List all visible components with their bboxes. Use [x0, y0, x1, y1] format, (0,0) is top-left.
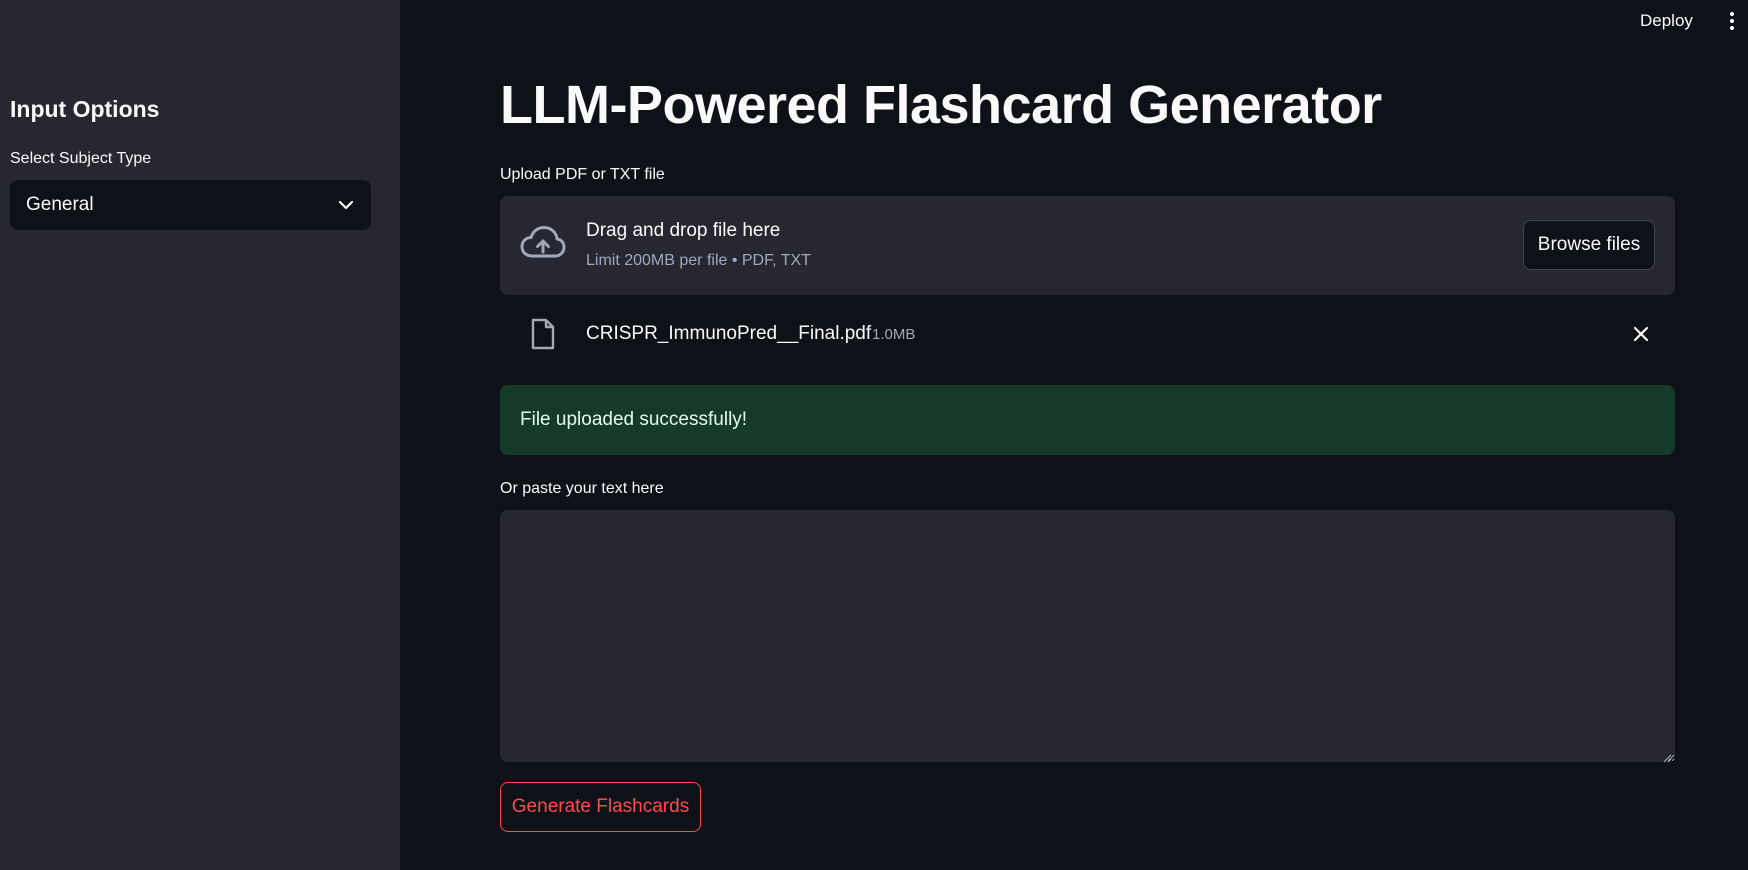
subject-select-value: General: [26, 194, 94, 215]
paste-label: Or paste your text here: [500, 480, 664, 497]
drop-title: Drag and drop file here: [586, 220, 781, 241]
success-message: File uploaded successfully!: [520, 409, 748, 430]
page-title: LLM-Powered Flashcard Generator: [500, 75, 1382, 135]
uploaded-file-name: CRISPR_ImmunoPred__Final.pdf: [586, 323, 872, 344]
cloud-upload-icon: [520, 224, 566, 264]
app: Input Options Select Subject Type Genera…: [0, 0, 1748, 870]
subject-select-label: Select Subject Type: [10, 150, 152, 167]
paste-text-area[interactable]: [500, 510, 1675, 762]
more-vertical-icon[interactable]: [1724, 9, 1740, 33]
browse-files-button[interactable]: Browse files: [1523, 220, 1655, 270]
generate-flashcards-button[interactable]: Generate Flashcards: [500, 782, 701, 832]
deploy-button[interactable]: Deploy: [1640, 9, 1693, 33]
resize-handle-icon[interactable]: [1662, 750, 1672, 763]
file-dropzone[interactable]: Drag and drop file here Limit 200MB per …: [500, 196, 1675, 295]
upload-label: Upload PDF or TXT file: [500, 166, 665, 183]
success-alert: File uploaded successfully!: [500, 385, 1675, 455]
sidebar: Input Options Select Subject Type Genera…: [0, 0, 400, 870]
sidebar-heading: Input Options: [10, 96, 160, 122]
subject-select[interactable]: General: [10, 180, 371, 230]
file-icon: [530, 318, 556, 350]
uploaded-file-row: CRISPR_ImmunoPred__Final.pdf 1.0MB: [500, 310, 1675, 358]
drop-subtitle: Limit 200MB per file • PDF, TXT: [586, 252, 811, 269]
chevron-down-icon: [337, 196, 355, 214]
close-icon[interactable]: [1631, 324, 1651, 344]
uploaded-file-size: 1.0MB: [872, 326, 916, 343]
